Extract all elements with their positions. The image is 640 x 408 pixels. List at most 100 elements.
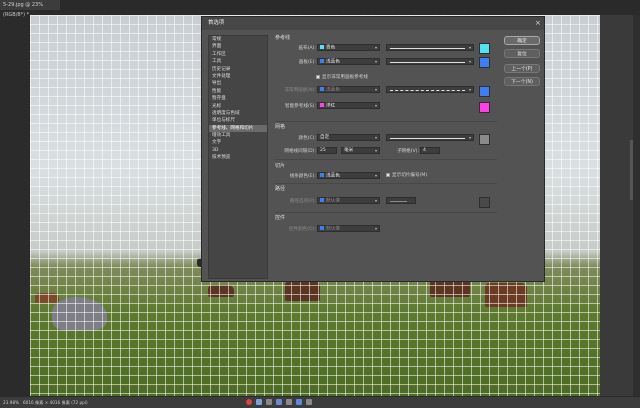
chevron-down-icon: ▾: [374, 198, 377, 203]
overlay-guide-color-select[interactable]: 浅蓝色 ▾: [317, 86, 380, 93]
ime-lang-icon[interactable]: [256, 399, 262, 405]
grid-color-select[interactable]: 自定 ▾: [317, 134, 380, 141]
overlay-guide-label: 非常用画板(N):: [284, 88, 316, 93]
sidebar-item[interactable]: 增效工具: [209, 132, 267, 139]
path-big-swatch[interactable]: [479, 197, 490, 208]
slice-color-select[interactable]: 浅蓝色 ▾: [317, 172, 380, 179]
controls-heading: 控件: [275, 215, 286, 221]
preferences-category-list: 常规 界面 工作区 工具 历史记录 文件处理 导出 性能 暂存盘 光标 透明度与色域 单位与标尺 参考线…: [208, 35, 268, 279]
smart-guide-big-swatch[interactable]: [479, 102, 490, 113]
preferences-dialog: 首选项 × 常规 界面 工作区 工具 历史记录 文件处理 导出 性能 暂存盘 光标 透明度与色域 单位…: [201, 16, 545, 282]
sidebar-item[interactable]: 暂存盘: [209, 95, 267, 102]
divider: [275, 183, 497, 184]
ime-punct-icon[interactable]: [266, 399, 272, 405]
chevron-down-icon: ▾: [468, 135, 471, 140]
sidebar-item[interactable]: 常规: [209, 36, 267, 43]
smart-guide-color-select[interactable]: 洋红 ▾: [317, 102, 380, 109]
document-tab[interactable]: 5-29.jpg @ 23%(RGB/8*) *: [0, 0, 60, 18]
sidebar-item[interactable]: 导出: [209, 80, 267, 87]
sidebar-item[interactable]: 工作区: [209, 51, 267, 58]
show-slice-numbers-label: 显示切片编号(M): [392, 173, 428, 178]
path-options-label: 路径选项(P):: [289, 199, 316, 204]
chevron-down-icon: ▾: [468, 87, 471, 92]
sidebar-item[interactable]: 性能: [209, 88, 267, 95]
grid-style-select[interactable]: ▾: [386, 134, 474, 141]
control-color-label: 控件颜色(O):: [288, 227, 316, 232]
prev-button[interactable]: 上一个(P): [504, 64, 540, 73]
sidebar-item[interactable]: 单位与标尺: [209, 117, 267, 124]
grid-color-label: 颜色(C):: [298, 136, 316, 141]
chevron-down-icon: ▾: [374, 59, 377, 64]
show-slice-numbers-checkbox[interactable]: [386, 173, 390, 177]
show-artboard-guides-label: 显示非常用画板参考线: [322, 75, 368, 80]
shirt-icon[interactable]: [296, 399, 302, 405]
artboard-guide-style-select[interactable]: ▾: [386, 58, 474, 65]
path-options-select[interactable]: 默认值 ▾: [317, 197, 380, 204]
grid-spacing-label: 网格线间隔(D):: [284, 149, 316, 154]
chevron-down-icon: ▾: [374, 135, 377, 140]
overlay-guide-swatch: [320, 87, 324, 91]
overlay-guide-style-select[interactable]: ▾: [386, 86, 474, 93]
overlay-guide-big-swatch[interactable]: [479, 86, 490, 97]
microphone-icon[interactable]: [276, 399, 282, 405]
canvas-guide-label: 画布(A):: [298, 46, 316, 51]
ok-button[interactable]: 确定: [504, 36, 540, 45]
doc-info: 6016 像素 × 4016 像素 (72 ppi): [23, 400, 88, 405]
reset-button[interactable]: 复位: [504, 49, 540, 58]
sidebar-item[interactable]: 光标: [209, 103, 267, 110]
grid-spacing-input[interactable]: 25: [317, 147, 337, 154]
keyboard-icon[interactable]: [286, 399, 292, 405]
tab-bar: [60, 0, 640, 10]
divider: [275, 121, 497, 122]
artboard-guide-big-swatch[interactable]: [479, 57, 490, 68]
path-heading: 路径: [275, 186, 286, 192]
canvas-guide-swatch: [320, 45, 324, 49]
smart-guide-label: 智能参考线(S):: [284, 104, 316, 109]
grid-subdiv-label: 子网格(V):: [396, 149, 419, 154]
sidebar-item[interactable]: 技术预览: [209, 154, 267, 161]
sidebar-item[interactable]: 工具: [209, 58, 267, 65]
grid-unit-select[interactable]: 毫米 ▾: [341, 147, 380, 154]
chevron-down-icon: ▾: [374, 103, 377, 108]
guides-heading: 参考线: [275, 35, 291, 41]
status-bar: 23.98% 6016 像素 × 4016 像素 (72 ppi): [0, 397, 640, 408]
canvas-guide-style-select[interactable]: ▾: [386, 44, 474, 51]
close-icon[interactable]: ×: [535, 19, 541, 27]
artboard-guide-swatch: [320, 59, 324, 63]
sidebar-item[interactable]: 文件处理: [209, 73, 267, 80]
right-scroll-track: [633, 15, 640, 396]
sidebar-item[interactable]: 参考线、网格和切片: [209, 124, 267, 133]
canvas-guide-big-swatch[interactable]: [479, 43, 490, 54]
grid-big-swatch[interactable]: [479, 134, 490, 145]
chevron-down-icon: ▾: [374, 87, 377, 92]
zoom-level[interactable]: 23.98%: [3, 397, 19, 408]
vertical-scrollbar[interactable]: [630, 140, 633, 200]
sidebar-item[interactable]: 透明度与色域: [209, 110, 267, 117]
chevron-down-icon: ▾: [374, 148, 377, 153]
divider: [275, 212, 497, 213]
sidebar-item[interactable]: 文字: [209, 139, 267, 146]
ime-logo-icon[interactable]: [246, 399, 252, 405]
canvas-guide-color-select[interactable]: 青色 ▾: [317, 44, 380, 51]
chevron-down-icon: ▾: [374, 226, 377, 231]
grid-heading: 网格: [275, 124, 286, 130]
artboard-guide-color-select[interactable]: 浅蓝色 ▾: [317, 58, 380, 65]
divider: [275, 159, 497, 160]
dialog-title-bar: 首选项: [202, 17, 544, 30]
slice-color-swatch: [320, 173, 324, 177]
sidebar-item[interactable]: 历史记录: [209, 66, 267, 73]
next-button[interactable]: 下一个(N): [504, 77, 540, 86]
slice-color-label: 线条颜色(E):: [289, 174, 316, 179]
chevron-down-icon: ▾: [374, 45, 377, 50]
grid-menu-icon[interactable]: [306, 399, 312, 405]
grid-subdiv-input[interactable]: 4: [420, 147, 440, 154]
slices-heading: 切片: [275, 163, 286, 169]
sidebar-item[interactable]: 界面: [209, 43, 267, 50]
sidebar-item[interactable]: 3D: [209, 147, 267, 154]
control-color-select[interactable]: 默认值 ▾: [317, 225, 380, 232]
show-artboard-guides-checkbox[interactable]: [316, 75, 320, 79]
smart-guide-swatch: [320, 103, 324, 107]
path-width-select[interactable]: [386, 197, 416, 204]
dialog-title: 首选项: [208, 20, 225, 26]
artboard-guide-label: 画板(E):: [298, 60, 316, 65]
